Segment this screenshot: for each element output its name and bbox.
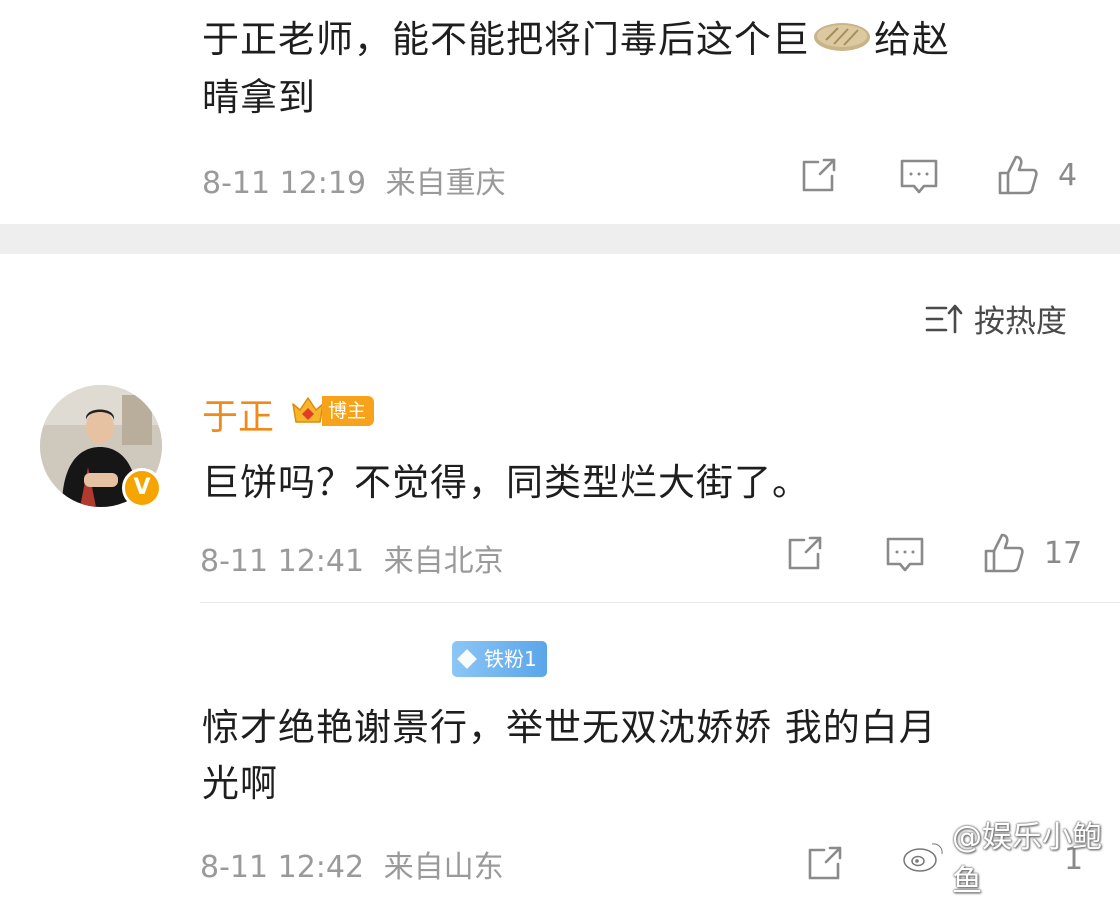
fan-badge-label: 铁粉1 <box>484 647 537 671</box>
comment-3-meta: 8-11 12:42 来自山东 <box>200 842 504 886</box>
comment-2-time: 8-11 12:41 <box>200 544 365 579</box>
comment-icon[interactable] <box>884 534 926 574</box>
comment-divider <box>200 602 1120 603</box>
share-icon[interactable] <box>798 156 838 196</box>
share-icon[interactable] <box>804 844 844 884</box>
comment-3-time: 8-11 12:42 <box>200 850 365 885</box>
verified-badge-icon: V <box>122 468 162 508</box>
comment-2-text: 巨饼吗？不觉得，同类型烂大街了。 <box>202 461 810 504</box>
comment-1-text: 于正老师，能不能把将门毒后这个巨 给赵 晴拿到 <box>202 12 1082 126</box>
crown-icon <box>290 394 326 428</box>
blogger-badge-label: 博主 <box>322 396 375 426</box>
watermark: @娱乐小鲍鱼 <box>902 812 1120 900</box>
comment-1-location: 来自重庆 <box>385 166 506 201</box>
like-icon[interactable] <box>982 531 1026 575</box>
comment-1-time: 8-11 12:19 <box>202 166 367 201</box>
comment-2-like-count: 17 <box>1044 536 1083 571</box>
username[interactable]: 于正 <box>202 388 274 440</box>
comment-2-meta: 8-11 12:41 来自北京 <box>200 536 504 580</box>
weibo-logo-icon <box>902 839 946 873</box>
comment-1-like-count: 4 <box>1058 158 1078 193</box>
comment-1-line-1-end: 给赵 <box>874 18 950 61</box>
comment-1-line-2: 晴拿到 <box>202 75 316 119</box>
section-separator <box>0 224 1120 254</box>
comment-3-line-1: 惊才绝艳谢景行，举世无双沈娇娇 我的白月 <box>202 706 937 749</box>
sort-control[interactable]: 按热度 <box>924 296 1067 341</box>
like-icon[interactable] <box>996 153 1040 197</box>
share-icon[interactable] <box>784 534 824 574</box>
comment-1-line-1-start: 于正老师，能不能把将门毒后这个巨 <box>202 18 810 61</box>
comment-3-location: 来自山东 <box>383 850 504 885</box>
fan-badge: 铁粉1 <box>452 641 547 677</box>
sort-icon <box>924 301 964 337</box>
pancake-emoji <box>812 14 872 70</box>
comment-1-line-1: 于正老师，能不能把将门毒后这个巨 给赵 <box>202 12 1082 70</box>
comment-3-text: 惊才绝艳谢景行，举世无双沈娇娇 我的白月 光啊 <box>202 700 1102 812</box>
comment-1-meta: 8-11 12:19 来自重庆 <box>202 158 506 202</box>
comment-3-line-2: 光啊 <box>202 762 278 805</box>
sort-label: 按热度 <box>974 304 1067 340</box>
comment-2-location: 来自北京 <box>383 544 504 579</box>
comment-icon[interactable] <box>898 156 940 196</box>
blogger-badge: 博主 <box>290 393 375 429</box>
watermark-text: @娱乐小鲍鱼 <box>952 820 1102 899</box>
diamond-icon <box>457 649 477 669</box>
